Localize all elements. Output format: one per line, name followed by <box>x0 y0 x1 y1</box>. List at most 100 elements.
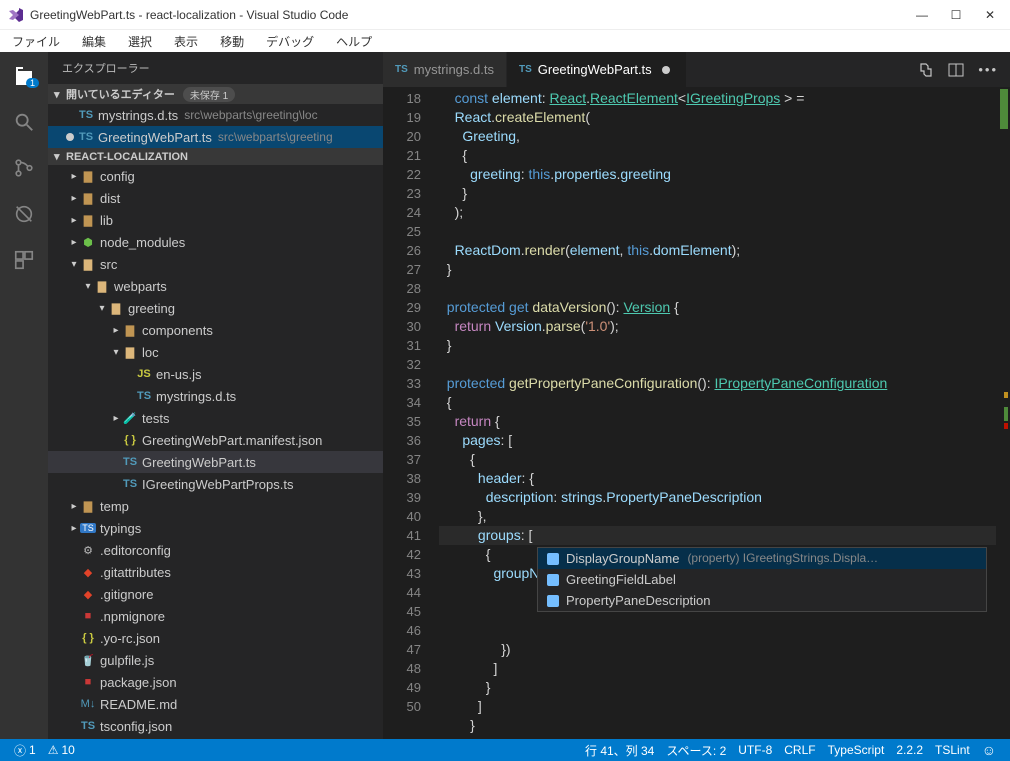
ts-file-icon: TS <box>78 109 94 121</box>
tree-item[interactable]: ▾▇greeting <box>48 297 383 319</box>
editor-area: TS mystrings.d.ts TS GreetingWebPart.ts … <box>383 52 1010 739</box>
line-number-gutter: 1819202122232425262728293031323334353637… <box>383 87 439 739</box>
intellisense-option[interactable]: GreetingFieldLabel <box>538 569 986 590</box>
tree-twisty-icon: ▸ <box>68 501 80 512</box>
tree-item[interactable]: { }GreetingWebPart.manifest.json <box>48 429 383 451</box>
status-language[interactable]: TypeScript <box>822 743 891 757</box>
tree-twisty-icon: ▸ <box>68 237 80 248</box>
intellisense-popup[interactable]: DisplayGroupName(property) IGreetingStri… <box>537 547 987 612</box>
option-label: PropertyPaneDescription <box>566 591 711 610</box>
tree-item[interactable]: ⚙.editorconfig <box>48 539 383 561</box>
menu-file[interactable]: ファイル <box>6 33 66 50</box>
tab-greetingwebpart[interactable]: TS GreetingWebPart.ts <box>507 52 687 87</box>
tree-item[interactable]: TStsconfig.json <box>48 715 383 737</box>
menu-go[interactable]: 移動 <box>214 33 250 50</box>
tree-item[interactable]: { }.yo-rc.json <box>48 627 383 649</box>
tree-twisty-icon: ▸ <box>110 325 122 336</box>
tree-item[interactable]: 🥤gulpfile.js <box>48 649 383 671</box>
tree-item-label: IGreetingWebPartProps.ts <box>142 477 294 492</box>
tree-item[interactable]: ▾▇webparts <box>48 275 383 297</box>
chevron-down-icon: ▾ <box>54 150 66 163</box>
tree-item[interactable]: ▸▇components <box>48 319 383 341</box>
menu-debug[interactable]: デバッグ <box>260 33 320 50</box>
status-tslint[interactable]: TSLint <box>929 743 976 757</box>
open-editors-list: TSmystrings.d.tssrc\webparts\greeting\lo… <box>48 104 383 148</box>
tree-item-label: node_modules <box>100 235 185 250</box>
window-title: GreetingWebPart.ts - react-localization … <box>30 8 914 22</box>
tree-item[interactable]: ▸▇temp <box>48 495 383 517</box>
property-icon <box>544 593 562 609</box>
menu-edit[interactable]: 編集 <box>76 33 112 50</box>
tree-item[interactable]: M↓README.md <box>48 693 383 715</box>
split-editor-icon[interactable] <box>948 62 964 78</box>
more-actions-icon[interactable]: ••• <box>978 62 998 77</box>
tree-twisty-icon: ▸ <box>68 215 80 226</box>
window-titlebar: GreetingWebPart.ts - react-localization … <box>0 0 1010 30</box>
minimize-button[interactable]: — <box>914 8 930 22</box>
dirty-indicator-icon <box>66 133 74 141</box>
tree-item[interactable]: JSen-us.js <box>48 363 383 385</box>
menu-selection[interactable]: 選択 <box>122 33 158 50</box>
code-editor[interactable]: 1819202122232425262728293031323334353637… <box>383 87 1010 739</box>
code-content[interactable]: const element: React.ReactElement<IGreet… <box>439 87 1010 739</box>
extensions-activity-icon[interactable] <box>10 246 38 274</box>
tree-item[interactable]: TSGreetingWebPart.ts <box>48 451 383 473</box>
scm-activity-icon[interactable] <box>10 154 38 182</box>
status-spaces[interactable]: スペース: 2 <box>660 742 732 759</box>
tree-twisty-icon: ▸ <box>110 413 122 424</box>
overview-ruler[interactable] <box>996 87 1010 739</box>
menu-help[interactable]: ヘルプ <box>330 33 378 50</box>
property-icon <box>544 572 562 588</box>
open-editors-header[interactable]: ▾ 開いているエディター 未保存 1 <box>48 84 383 104</box>
open-editor-item[interactable]: TSmystrings.d.tssrc\webparts\greeting\lo… <box>48 104 383 126</box>
tree-item[interactable]: TSmystrings.d.ts <box>48 385 383 407</box>
open-editor-item[interactable]: TSGreetingWebPart.tssrc\webparts\greetin… <box>48 126 383 148</box>
tab-mystrings[interactable]: TS mystrings.d.ts <box>383 52 507 87</box>
tree-item-label: GreetingWebPart.ts <box>142 455 256 470</box>
tree-item[interactable]: ◆.gitignore <box>48 583 383 605</box>
chevron-down-icon: ▾ <box>54 88 66 101</box>
option-label: GreetingFieldLabel <box>566 570 676 589</box>
feedback-icon[interactable]: ☺ <box>976 742 1002 758</box>
file-path: src\webparts\greeting <box>218 130 333 144</box>
tree-item-label: loc <box>142 345 159 360</box>
menu-view[interactable]: 表示 <box>168 33 204 50</box>
status-eol[interactable]: CRLF <box>778 743 821 757</box>
status-ts-version[interactable]: 2.2.2 <box>890 743 929 757</box>
close-button[interactable]: ✕ <box>982 8 998 22</box>
open-editors-label: 開いているエディター <box>66 86 175 102</box>
tree-item[interactable]: ▾▇loc <box>48 341 383 363</box>
intellisense-option[interactable]: PropertyPaneDescription <box>538 590 986 611</box>
tree-item[interactable]: ▸▇lib <box>48 209 383 231</box>
tree-item-label: lib <box>100 213 113 228</box>
tree-item-label: en-us.js <box>156 367 202 382</box>
tree-item[interactable]: TSIGreetingWebPartProps.ts <box>48 473 383 495</box>
status-warnings[interactable]: ⚠10 <box>42 743 81 757</box>
compare-changes-icon[interactable] <box>918 62 934 78</box>
tree-item-label: components <box>142 323 213 338</box>
tree-item[interactable]: ▸▇dist <box>48 187 383 209</box>
tab-label: mystrings.d.ts <box>414 62 494 77</box>
tree-item[interactable]: ▸TStypings <box>48 517 383 539</box>
tree-item-label: GreetingWebPart.manifest.json <box>142 433 322 448</box>
maximize-button[interactable]: ☐ <box>948 8 964 22</box>
status-errors[interactable]: ⓧ1 <box>8 742 42 759</box>
tree-item-label: greeting <box>128 301 175 316</box>
tree-item[interactable]: ▸▇config <box>48 165 383 187</box>
tree-item[interactable]: ■package.json <box>48 671 383 693</box>
tree-item-label: webparts <box>114 279 167 294</box>
tree-item[interactable]: ■.npmignore <box>48 605 383 627</box>
tree-item[interactable]: ▸🧪tests <box>48 407 383 429</box>
search-activity-icon[interactable] <box>10 108 38 136</box>
tree-item-label: .editorconfig <box>100 543 171 558</box>
status-line-col[interactable]: 行 41、列 34 <box>579 742 660 759</box>
tab-label: GreetingWebPart.ts <box>538 62 652 77</box>
tree-item[interactable]: ▸⬢node_modules <box>48 231 383 253</box>
project-header[interactable]: ▾ REACT-LOCALIZATION <box>48 148 383 165</box>
tree-item[interactable]: ▾▇src <box>48 253 383 275</box>
tree-item[interactable]: ◆.gitattributes <box>48 561 383 583</box>
status-encoding[interactable]: UTF-8 <box>732 743 778 757</box>
tree-twisty-icon: ▾ <box>96 303 108 314</box>
debug-activity-icon[interactable] <box>10 200 38 228</box>
intellisense-option[interactable]: DisplayGroupName(property) IGreetingStri… <box>538 548 986 569</box>
